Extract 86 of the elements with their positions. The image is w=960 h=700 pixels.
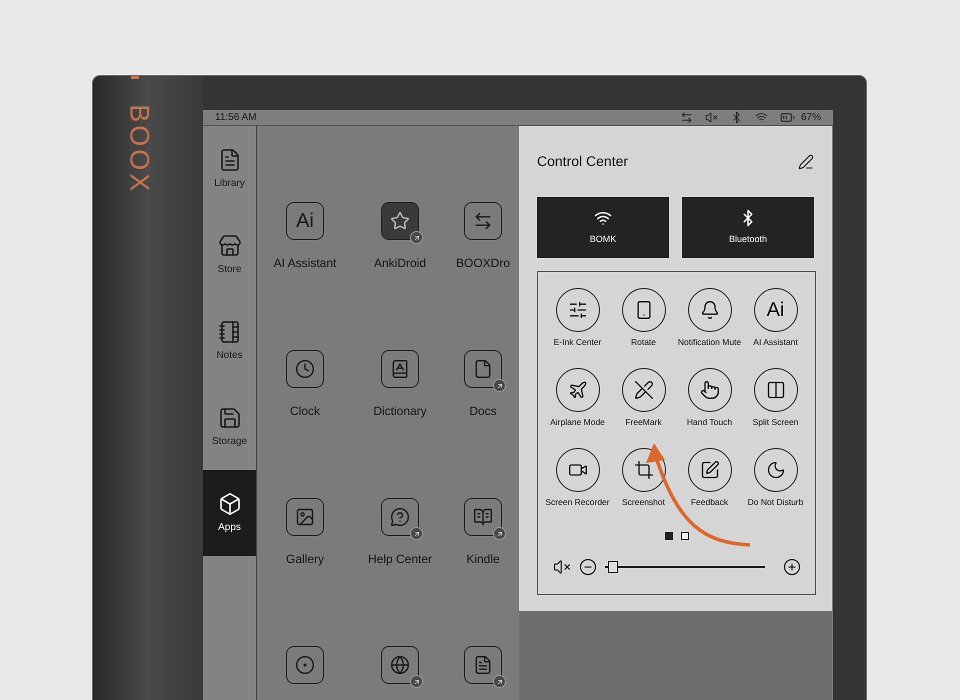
sliders-icon xyxy=(568,300,588,320)
app-label: Dictionary xyxy=(373,403,427,420)
toggle-label: Notification Mute xyxy=(676,337,742,347)
toggle-button[interactable] xyxy=(754,368,798,412)
app-label: AnkiDroid xyxy=(374,255,426,272)
sidebar-item[interactable]: Library xyxy=(203,126,256,212)
app-label: BOOXDro xyxy=(456,255,510,272)
globe-icon xyxy=(390,655,410,675)
toggle-button[interactable] xyxy=(688,448,732,492)
minus-icon[interactable] xyxy=(578,558,596,576)
store-icon xyxy=(218,234,242,258)
toggle-label: Screenshot xyxy=(621,497,666,507)
clock-icon xyxy=(295,359,315,379)
toggle-button[interactable] xyxy=(754,448,798,492)
sync-icon[interactable] xyxy=(680,111,693,124)
toggle-label: FreeMark xyxy=(624,417,663,427)
panel-title: Control Center xyxy=(537,152,628,171)
app-label: Kindle xyxy=(466,551,500,568)
moon-icon xyxy=(766,460,786,480)
app-label: Help Center xyxy=(368,551,432,568)
edit-square-icon xyxy=(700,460,720,480)
record-dot-icon xyxy=(295,655,315,675)
shortcut-badge-icon xyxy=(410,675,423,688)
app-label: Gallery xyxy=(286,551,324,568)
status-time: 11:56 AM xyxy=(215,111,257,125)
toggle-button[interactable] xyxy=(688,288,732,332)
quick-tile[interactable]: BOMK xyxy=(537,197,669,258)
cube-icon xyxy=(218,492,242,516)
toggle-button[interactable] xyxy=(556,288,600,332)
plus-icon[interactable] xyxy=(782,558,800,576)
toggle-button[interactable] xyxy=(622,288,666,332)
battery-percent: 67% xyxy=(800,111,821,125)
volume-muted-icon[interactable] xyxy=(552,558,570,576)
app-icon[interactable] xyxy=(464,202,502,240)
page-indicator[interactable] xyxy=(664,532,672,540)
sidebar-item[interactable]: Store xyxy=(203,212,256,298)
shortcut-badge-icon xyxy=(493,527,506,540)
toggle-label: E-Ink Center xyxy=(552,337,602,347)
toggle-button[interactable] xyxy=(556,448,600,492)
app-icon[interactable] xyxy=(286,646,324,684)
picture-icon xyxy=(295,507,315,527)
app-label: Docs xyxy=(469,403,497,420)
shortcut-badge-icon xyxy=(410,527,423,540)
toggle-button[interactable] xyxy=(556,368,600,412)
toggle-label: Rotate xyxy=(630,337,658,347)
crop-frame-icon xyxy=(634,460,654,480)
pen-crossed-icon xyxy=(634,380,654,400)
toggle-label: Screen Recorder xyxy=(544,497,610,507)
toggle-label: Airplane Mode xyxy=(549,417,606,427)
volume-slider-thumb[interactable] xyxy=(608,561,618,573)
app-icon[interactable] xyxy=(286,498,324,536)
notebook-icon xyxy=(218,320,242,344)
shortcut-badge-icon xyxy=(410,231,423,244)
dictionary-book-icon xyxy=(390,359,410,379)
toggle-label: AI Assistant xyxy=(752,337,799,347)
hand-pointer-icon xyxy=(700,380,720,400)
question-bubble-icon xyxy=(390,507,410,527)
toggle-button[interactable] xyxy=(688,368,732,412)
volume-slider-track[interactable] xyxy=(604,561,764,573)
shortcut-badge-icon xyxy=(493,675,506,688)
toggle-button[interactable] xyxy=(622,368,666,412)
bell-icon xyxy=(700,300,720,320)
app-label: AI Assistant xyxy=(274,255,336,272)
swap-arrows-icon xyxy=(473,211,493,231)
toggle-button[interactable]: Ai xyxy=(754,288,798,332)
app-icon[interactable] xyxy=(286,350,324,388)
app-icon[interactable] xyxy=(381,350,419,388)
document-icon xyxy=(473,359,493,379)
app-label: Clock xyxy=(290,403,320,420)
shortcut-badge-icon xyxy=(493,379,506,392)
toggle-label: Split Screen xyxy=(752,417,800,427)
airplane-icon xyxy=(568,380,588,400)
sidebar-item[interactable]: Storage xyxy=(203,384,256,470)
app-icon[interactable]: Ai xyxy=(286,202,324,240)
toggle-label: Do Not Disturb xyxy=(746,497,804,507)
sidebar-item[interactable]: Notes xyxy=(203,298,256,384)
edit-icon[interactable] xyxy=(798,154,814,170)
brand-logo: BOOX xyxy=(123,104,156,194)
split-panes-icon xyxy=(766,380,786,400)
page-indicator[interactable] xyxy=(680,532,688,540)
sidebar-item[interactable]: Apps xyxy=(203,470,256,556)
accent-stripe xyxy=(131,76,139,79)
quick-tile[interactable]: Bluetooth xyxy=(682,197,814,258)
toggle-label: Feedback xyxy=(690,497,730,507)
toggle-label: Hand Touch xyxy=(686,417,734,427)
app-glyph: Ai xyxy=(296,209,314,234)
